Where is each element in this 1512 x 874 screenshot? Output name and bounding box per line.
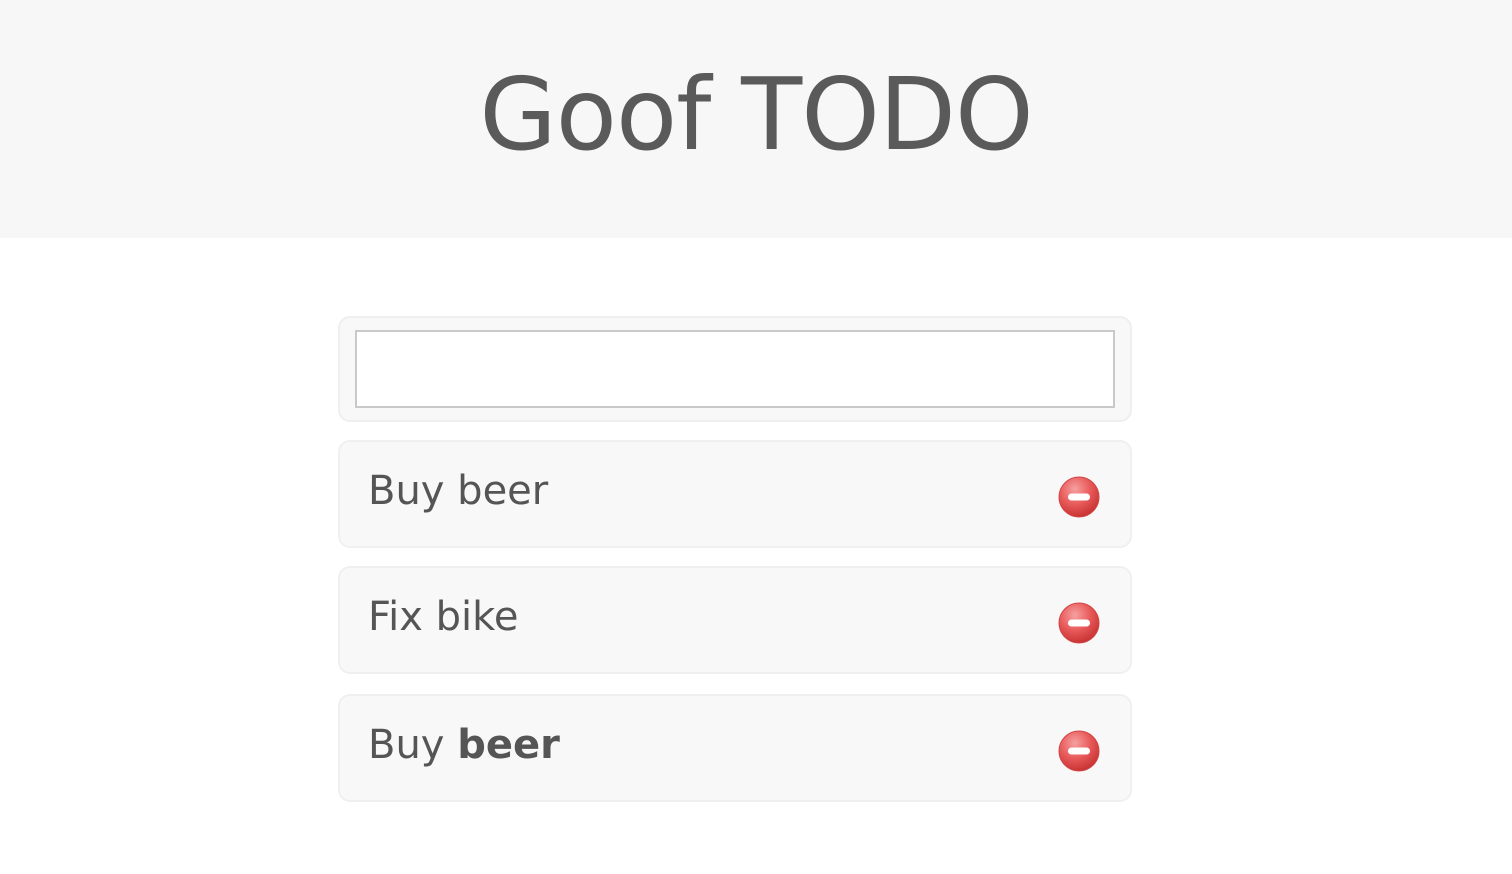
page-title: Goof TODO <box>479 55 1033 173</box>
todo-item[interactable]: Buy beer <box>338 440 1132 548</box>
remove-todo-button[interactable] <box>1058 602 1100 644</box>
todo-item[interactable]: Fix bike <box>338 566 1132 674</box>
remove-todo-button[interactable] <box>1058 730 1100 772</box>
minus-circle-icon <box>1058 476 1100 518</box>
todo-item[interactable]: Buy beer <box>338 694 1132 802</box>
todo-app: Buy beer Fix bike Buy beer <box>338 316 1132 802</box>
new-todo-input[interactable] <box>355 330 1115 408</box>
todo-text-plain: Fix bike <box>368 594 519 640</box>
todo-text-plain: Buy beer <box>368 468 549 514</box>
todo-text: Buy beer <box>368 720 560 770</box>
todo-text: Buy beer <box>368 466 548 516</box>
todo-text: Fix bike <box>368 592 518 642</box>
todo-text-bold: beer <box>457 722 560 768</box>
header: Goof TODO <box>0 0 1512 238</box>
minus-circle-icon <box>1058 602 1100 644</box>
remove-todo-button[interactable] <box>1058 476 1100 518</box>
todo-list: Buy beer Fix bike Buy beer <box>338 440 1132 802</box>
minus-circle-icon <box>1058 730 1100 772</box>
new-todo-box <box>338 316 1132 422</box>
todo-text-plain: Buy <box>368 722 458 768</box>
